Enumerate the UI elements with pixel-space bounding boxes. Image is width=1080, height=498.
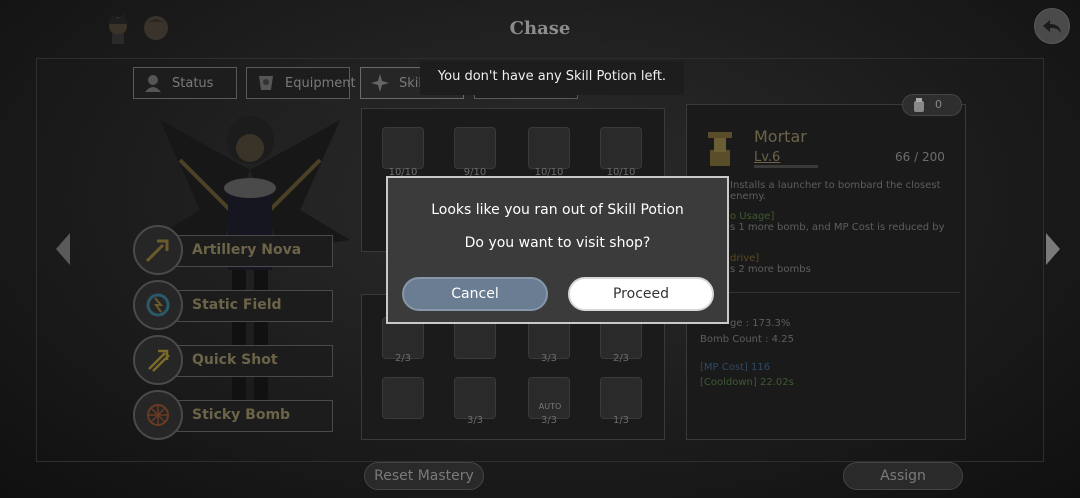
dialog-message: Looks like you ran out of Skill Potion — [431, 202, 684, 218]
shop-prompt-dialog: Looks like you ran out of Skill Potion D… — [386, 176, 729, 324]
proceed-button[interactable]: Proceed — [568, 277, 714, 311]
game-screen: Chase Status Equipment Skill You don't h… — [0, 0, 1080, 498]
cancel-button[interactable]: Cancel — [402, 277, 548, 311]
dialog-question: Do you want to visit shop? — [464, 235, 651, 251]
